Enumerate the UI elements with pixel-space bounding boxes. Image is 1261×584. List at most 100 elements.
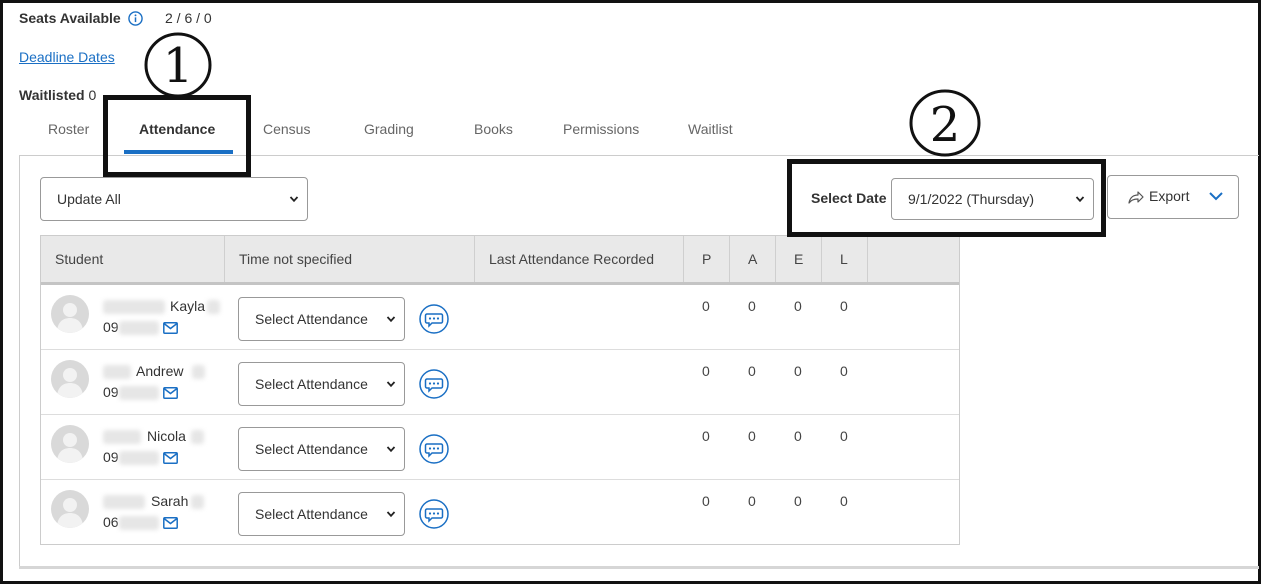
- attendance-select-value: Select Attendance: [255, 506, 368, 522]
- tab-waitlist[interactable]: Waitlist: [688, 121, 733, 137]
- column-header-e: E: [794, 251, 804, 267]
- row-divider: [41, 479, 959, 480]
- column-header-a: A: [748, 251, 758, 267]
- redacted-id: [119, 516, 159, 530]
- seats-available-value: 2 / 6 / 0: [165, 10, 212, 26]
- count-e: 0: [794, 363, 802, 379]
- mail-icon[interactable]: [163, 387, 178, 399]
- count-e: 0: [794, 493, 802, 509]
- column-divider: [775, 236, 776, 282]
- student-first-name[interactable]: Sarah: [151, 493, 188, 509]
- redacted-last-name: [103, 365, 131, 379]
- mail-icon[interactable]: [163, 452, 178, 464]
- count-e: 0: [794, 428, 802, 444]
- redacted-initial: [207, 300, 220, 314]
- count-a: 0: [748, 298, 756, 314]
- count-p: 0: [702, 493, 710, 509]
- count-l: 0: [840, 298, 848, 314]
- annotation-callout-2: 2: [909, 89, 981, 157]
- deadline-dates-link[interactable]: Deadline Dates: [19, 49, 115, 65]
- attendance-select[interactable]: Select Attendance: [238, 362, 405, 406]
- info-icon[interactable]: [128, 11, 143, 26]
- chevron-down-icon: [386, 381, 396, 388]
- attendance-select[interactable]: Select Attendance: [238, 427, 405, 471]
- attendance-select[interactable]: Select Attendance: [238, 492, 405, 536]
- update-all-value: Update All: [57, 191, 121, 207]
- avatar-placeholder-icon: [57, 433, 83, 463]
- annotation-number-2: 2: [930, 97, 961, 153]
- tab-roster[interactable]: Roster: [48, 121, 89, 137]
- count-l: 0: [840, 363, 848, 379]
- redacted-last-name: [103, 300, 165, 314]
- count-p: 0: [702, 428, 710, 444]
- panel-border: [19, 155, 20, 569]
- seats-available-label: Seats Available: [19, 10, 121, 26]
- count-l: 0: [840, 428, 848, 444]
- chevron-down-icon: [386, 316, 396, 323]
- column-header-p: P: [702, 251, 712, 267]
- redacted-last-name: [103, 430, 141, 444]
- column-header-time: Time not specified: [239, 251, 353, 267]
- column-header-l: L: [840, 251, 848, 267]
- redacted-initial: [191, 495, 204, 509]
- tab-books[interactable]: Books: [474, 121, 513, 137]
- waitlisted-label: Waitlisted: [19, 87, 85, 103]
- waitlisted-value: 0: [88, 87, 97, 103]
- chevron-down-icon: [289, 196, 299, 203]
- count-e: 0: [794, 298, 802, 314]
- count-p: 0: [702, 298, 710, 314]
- attendance-select-value: Select Attendance: [255, 376, 368, 392]
- attendance-select-value: Select Attendance: [255, 311, 368, 327]
- avatar-placeholder-icon: [57, 368, 83, 398]
- column-divider: [474, 236, 475, 282]
- redacted-initial: [192, 365, 205, 379]
- redacted-id: [119, 451, 159, 465]
- column-divider: [867, 236, 868, 282]
- attendance-select[interactable]: Select Attendance: [238, 297, 405, 341]
- avatar: [51, 490, 89, 528]
- redacted-id: [119, 386, 159, 400]
- student-id-prefix: 09: [103, 384, 119, 400]
- count-a: 0: [748, 363, 756, 379]
- avatar: [51, 425, 89, 463]
- share-icon: [1128, 191, 1144, 204]
- tab-grading[interactable]: Grading: [364, 121, 414, 137]
- annotation-box-select-date: [787, 159, 1106, 237]
- attendance-select-value: Select Attendance: [255, 441, 368, 457]
- comment-icon[interactable]: [419, 304, 449, 334]
- waitlisted-info: Waitlisted 0: [19, 87, 96, 103]
- student-id-prefix: 09: [103, 319, 119, 335]
- row-divider: [41, 414, 959, 415]
- update-all-select[interactable]: Update All: [40, 177, 308, 221]
- avatar-placeholder-icon: [57, 303, 83, 333]
- tab-permissions[interactable]: Permissions: [563, 121, 639, 137]
- avatar: [51, 295, 89, 333]
- student-first-name[interactable]: Kayla: [170, 298, 205, 314]
- student-first-name[interactable]: Nicola: [147, 428, 186, 444]
- table-header-divider: [41, 282, 959, 285]
- mail-icon[interactable]: [163, 517, 178, 529]
- student-id-prefix: 06: [103, 514, 119, 530]
- student-first-name[interactable]: Andrew: [136, 363, 183, 379]
- export-button[interactable]: Export: [1107, 175, 1239, 219]
- student-id-prefix: 09: [103, 449, 119, 465]
- chevron-down-icon[interactable]: [1208, 191, 1224, 201]
- chevron-down-icon: [386, 446, 396, 453]
- comment-icon[interactable]: [419, 499, 449, 529]
- avatar: [51, 360, 89, 398]
- column-header-last-attendance: Last Attendance Recorded: [489, 251, 655, 267]
- column-divider: [821, 236, 822, 282]
- comment-icon[interactable]: [419, 434, 449, 464]
- annotation-box-attendance-tab: [103, 95, 251, 177]
- export-label: Export: [1149, 188, 1190, 204]
- tab-census[interactable]: Census: [263, 121, 310, 137]
- count-a: 0: [748, 493, 756, 509]
- annotation-number-1: 1: [163, 38, 194, 94]
- column-header-student[interactable]: Student: [55, 251, 103, 267]
- row-divider: [41, 349, 959, 350]
- comment-icon[interactable]: [419, 369, 449, 399]
- column-divider: [729, 236, 730, 282]
- panel-border: [19, 566, 1259, 569]
- mail-icon[interactable]: [163, 322, 178, 334]
- redacted-id: [119, 321, 159, 335]
